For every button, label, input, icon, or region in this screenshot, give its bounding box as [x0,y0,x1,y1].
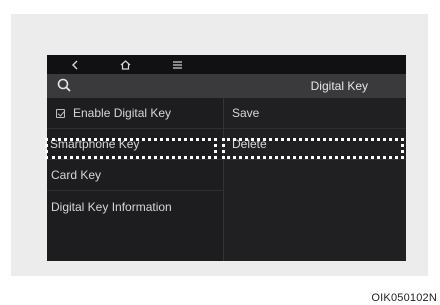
top-bar [47,55,406,74]
page-title: Digital Key [310,79,368,93]
home-icon[interactable] [115,55,135,74]
menu-item-label: Smartphone Key [50,137,140,151]
figure-code: OIK050102N [371,292,437,304]
search-icon[interactable] [56,77,74,95]
menu-item-smartphone-key[interactable]: Smartphone Key [47,129,223,160]
infotainment-screen: Digital Key Enable Digital Key Smartphon… [47,55,406,261]
menu-item-label: Card Key [51,168,102,182]
menu-icon[interactable] [167,55,187,74]
back-icon[interactable] [65,55,85,74]
left-menu: Enable Digital Key Smartphone Key Card K… [47,98,223,261]
menu-item-save[interactable]: Save [224,98,406,129]
menu-item-label: Delete [232,137,267,151]
menu-item-label: Save [232,106,260,120]
right-menu: Save Delete [223,98,406,261]
header-bar: Digital Key [47,74,406,98]
menu-item-enable-digital-key[interactable]: Enable Digital Key [47,98,223,129]
menu-item-delete[interactable]: Delete [224,129,406,160]
menu-item-label: Enable Digital Key [73,106,172,120]
menu-item-label: Digital Key Information [51,199,172,214]
menu-item-digital-key-information[interactable]: Digital Key Information [47,191,223,222]
checkbox-icon[interactable] [56,108,65,118]
menu-item-card-key[interactable]: Card Key [47,160,223,191]
